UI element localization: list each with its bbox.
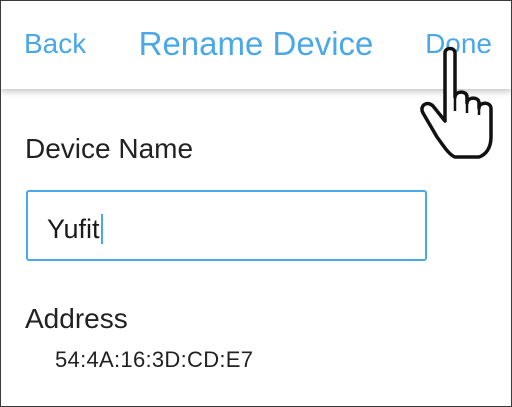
pointing-hand-cursor-icon [420, 46, 493, 159]
address-label: Address [25, 303, 128, 334]
device-name-label: Device Name [25, 133, 194, 164]
device-name-input[interactable]: Yufit [26, 190, 427, 261]
address-value: 54:4A:16:3D:CD:E7 [55, 347, 254, 372]
text-caret [100, 214, 103, 244]
device-name-value: Yufit [47, 214, 103, 245]
screen: Back Rename Device Done Device Name Yufi… [0, 0, 512, 407]
